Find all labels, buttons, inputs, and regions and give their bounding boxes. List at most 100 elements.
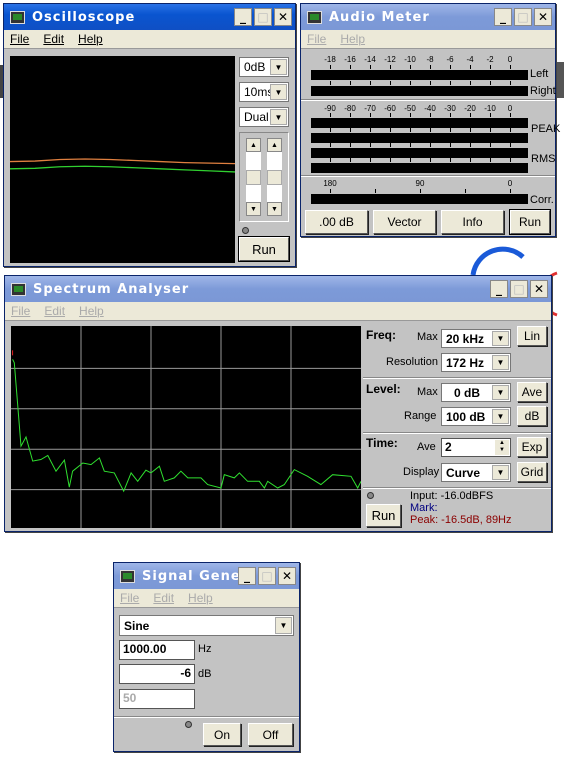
display-select[interactable]: Curve ▼ <box>441 463 511 482</box>
tick-mark <box>430 81 431 85</box>
minimize-button[interactable]: _ <box>234 8 252 26</box>
spin-arrows-icon[interactable]: ▲ ▼ <box>495 440 509 455</box>
vector-button[interactable]: Vector <box>373 210 436 234</box>
divider <box>363 487 551 489</box>
on-button[interactable]: On <box>203 723 241 746</box>
title-bar[interactable]: Oscilloscope _ □ ✕ <box>4 4 295 30</box>
menu-edit[interactable]: Edit <box>43 32 64 46</box>
ave-button[interactable]: Ave <box>517 382 547 402</box>
timebase-select[interactable]: 10ms ▼ <box>239 82 289 102</box>
tick-mark <box>410 143 411 147</box>
menu-file[interactable]: File <box>10 32 29 46</box>
freq-max-value: 20 kHz <box>446 331 485 346</box>
left-label: Left <box>530 68 549 80</box>
menu-help[interactable]: Help <box>340 32 365 46</box>
right-label: Right <box>530 85 556 97</box>
level-max-value: 0 dB <box>454 385 481 400</box>
channel-1-trace <box>10 158 235 165</box>
divider <box>301 175 555 177</box>
menu-help[interactable]: Help <box>78 32 103 46</box>
freq-max-select[interactable]: 20 kHz ▼ <box>441 329 511 348</box>
tick-mark <box>370 158 371 162</box>
mark-readout: Mark: <box>410 502 438 514</box>
window-title: Audio Meter <box>329 9 430 25</box>
frequency-input[interactable]: 1000.00 <box>119 640 195 660</box>
minimize-button[interactable]: _ <box>238 567 256 585</box>
scale-label: -90 <box>324 104 336 113</box>
lin-button[interactable]: Lin <box>517 326 547 346</box>
minimize-button[interactable]: _ <box>494 8 512 26</box>
tick-mark <box>450 113 451 117</box>
level-max-label: Max <box>417 386 438 398</box>
range-label: Range <box>404 410 437 422</box>
tick-mark <box>350 128 351 132</box>
average-spinner[interactable]: 2 ▲ ▼ <box>441 438 511 457</box>
tick-mark <box>350 81 351 85</box>
grid-button[interactable]: Grid <box>517 462 547 482</box>
menu-edit[interactable]: Edit <box>44 304 65 318</box>
arrow-up-icon[interactable]: ▲ <box>246 138 261 152</box>
waveform-select[interactable]: Sine ▼ <box>119 615 294 636</box>
tick-mark <box>350 143 351 147</box>
tick-mark <box>370 65 371 69</box>
level-max-select[interactable]: 0 dB ▼ <box>441 383 511 402</box>
menu-edit[interactable]: Edit <box>153 591 174 605</box>
mode-select[interactable]: Dual ▼ <box>239 107 289 127</box>
freq-max-label: Max <box>417 331 438 343</box>
slider-thumb[interactable] <box>267 170 282 185</box>
input-readout: Input: -16.0dBFS <box>410 490 494 502</box>
level-input[interactable]: -6 <box>119 664 195 684</box>
ch1-position-slider[interactable]: ▲ ▼ <box>246 138 261 216</box>
title-bar[interactable]: Signal Genera... _ □ ✕ <box>114 563 299 589</box>
info-button[interactable]: Info <box>441 210 504 234</box>
tick-mark <box>330 113 331 117</box>
right-level-meter <box>311 86 528 96</box>
maximize-button[interactable]: □ <box>254 8 272 26</box>
tick-mark <box>470 81 471 85</box>
resolution-label: Resolution <box>386 356 438 368</box>
menu-help[interactable]: Help <box>188 591 213 605</box>
menu-help[interactable]: Help <box>79 304 104 318</box>
db-label: dB <box>198 668 212 680</box>
arrow-down-icon[interactable]: ▼ <box>246 202 261 216</box>
range-select[interactable]: 100 dB ▼ <box>441 407 511 426</box>
window-title: Spectrum Analyser <box>33 281 190 297</box>
peak-label: PEAK <box>531 123 561 135</box>
title-bar[interactable]: Audio Meter _ □ ✕ <box>301 4 555 30</box>
menu-file[interactable]: File <box>11 304 30 318</box>
slider-thumb[interactable] <box>246 170 261 185</box>
run-button[interactable]: Run <box>509 209 551 235</box>
db-button[interactable]: dB <box>517 406 547 426</box>
close-button[interactable]: ✕ <box>278 567 296 585</box>
mode-value: Dual <box>244 110 269 124</box>
gain-select[interactable]: 0dB ▼ <box>239 57 289 77</box>
close-button[interactable]: ✕ <box>530 280 548 298</box>
tick-mark <box>330 189 331 193</box>
ch2-position-slider[interactable]: ▲ ▼ <box>267 138 282 216</box>
tick-mark <box>330 158 331 162</box>
resolution-select[interactable]: 172 Hz ▼ <box>441 353 511 372</box>
maximize-button[interactable]: □ <box>510 280 528 298</box>
maximize-button[interactable]: □ <box>258 567 276 585</box>
close-button[interactable]: ✕ <box>534 8 552 26</box>
tick-mark <box>490 113 491 117</box>
minimize-button[interactable]: _ <box>490 280 508 298</box>
oscilloscope-icon <box>10 10 25 24</box>
arrow-down-icon[interactable]: ▼ <box>267 202 282 216</box>
tick-mark <box>490 158 491 162</box>
off-button[interactable]: Off <box>248 723 293 746</box>
arrow-up-icon[interactable]: ▲ <box>267 138 282 152</box>
menu-file[interactable]: File <box>307 32 326 46</box>
run-button[interactable]: Run <box>366 504 401 527</box>
run-button[interactable]: Run <box>238 236 290 262</box>
scale-label: -10 <box>404 55 416 64</box>
close-button[interactable]: ✕ <box>274 8 292 26</box>
title-bar[interactable]: Spectrum Analyser _ □ ✕ <box>5 276 551 302</box>
exp-button[interactable]: Exp <box>517 437 547 457</box>
menu-file[interactable]: File <box>120 591 139 605</box>
tick-mark <box>350 65 351 69</box>
scale-label: 0 <box>507 55 513 64</box>
tick-mark <box>510 128 511 132</box>
zero-db-button[interactable]: .00 dB <box>305 210 368 234</box>
maximize-button[interactable]: □ <box>514 8 532 26</box>
